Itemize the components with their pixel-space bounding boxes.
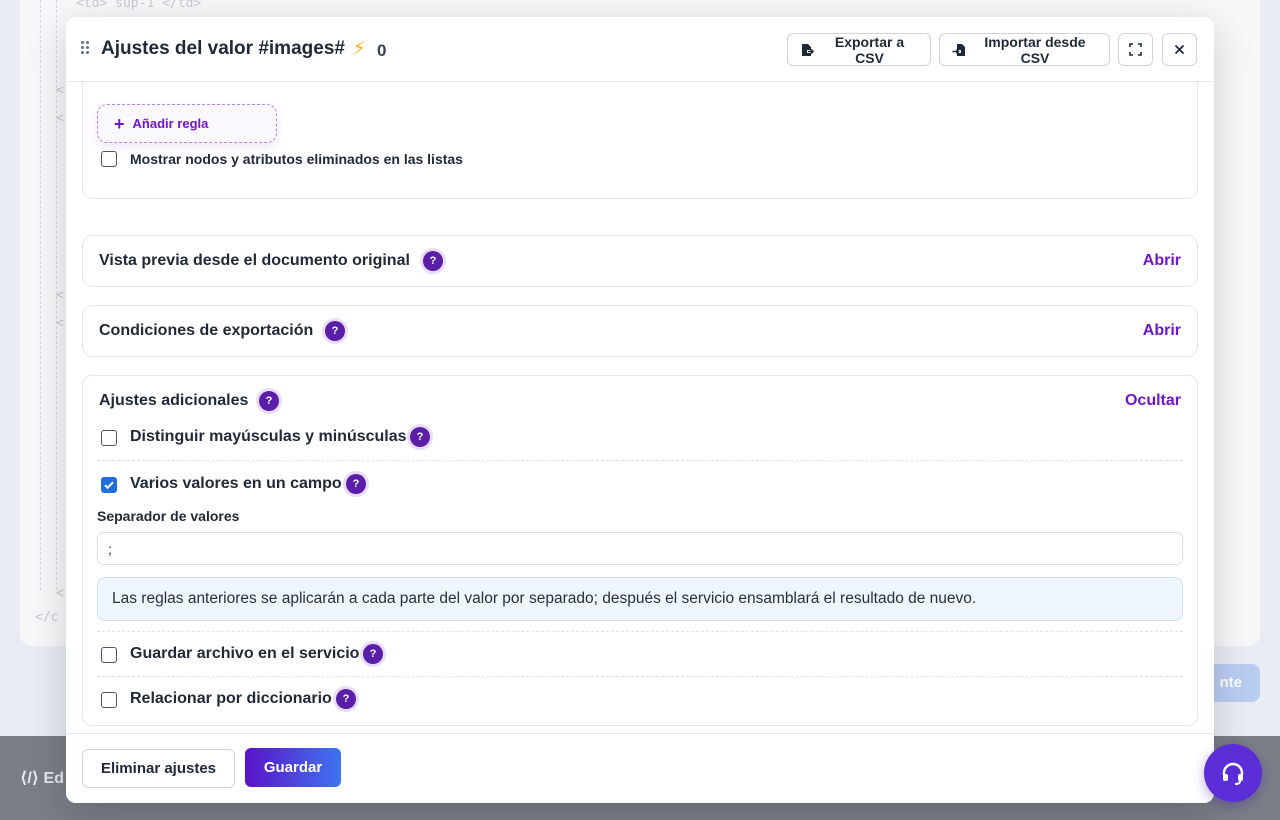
modal-title: Ajustes del valor #images#: [101, 38, 345, 59]
save-button[interactable]: Guardar: [245, 748, 341, 787]
help-icon[interactable]: ?: [410, 427, 430, 447]
divider: [97, 460, 1183, 461]
divider: [97, 676, 1183, 677]
fullscreen-button[interactable]: [1118, 33, 1153, 66]
separator-info-box: Las reglas anteriores se aplicarán a cad…: [97, 577, 1183, 621]
additional-settings-title: Ajustes adicionales: [99, 392, 249, 409]
case-sensitive-checkbox[interactable]: [101, 430, 117, 446]
background-tag-bracket: <: [56, 586, 64, 601]
additional-settings-hide-link[interactable]: Ocultar: [1125, 392, 1181, 410]
modal-body[interactable]: + Añadir regla Mostrar nodos y atributos…: [66, 82, 1214, 733]
multiple-values-label: Varios valores en un campo: [130, 475, 342, 492]
multiple-values-checkbox[interactable]: [101, 477, 117, 493]
background-tag-bracket: <: [56, 83, 64, 98]
background-tag-bracket: <: [56, 111, 64, 126]
preview-open-link[interactable]: Abrir: [1143, 252, 1181, 270]
rules-card: + Añadir regla Mostrar nodos y atributos…: [82, 82, 1198, 199]
support-chat-button[interactable]: [1204, 744, 1262, 802]
export-conditions-section: Condiciones de exportación ? Abrir: [82, 305, 1198, 357]
dictionary-match-checkbox[interactable]: [101, 692, 117, 708]
headset-icon: [1222, 762, 1244, 785]
show-deleted-checkbox[interactable]: [101, 151, 117, 167]
close-icon: [1174, 44, 1185, 55]
additional-settings-section: Ajustes adicionales ? Ocultar Distinguir…: [82, 375, 1198, 726]
import-icon: [952, 43, 965, 56]
show-deleted-label: Mostrar nodos y atributos eliminados en …: [130, 151, 463, 167]
save-file-checkbox[interactable]: [101, 647, 117, 663]
background-tag-bracket: <: [56, 316, 64, 331]
modal-header: Ajustes del valor #images# ⚡ 0 Exportar …: [66, 17, 1214, 82]
title-count: 0: [377, 41, 387, 60]
expand-icon: [1129, 43, 1142, 56]
background-closing-tag: </c: [35, 610, 59, 625]
value-settings-modal: Ajustes del valor #images# ⚡ 0 Exportar …: [66, 17, 1214, 803]
background-footer-logo: ⟨/⟩ Ed: [20, 770, 64, 787]
import-csv-label: Importar desde CSV: [984, 33, 1086, 66]
value-separator-label: Separador de valores: [97, 508, 240, 524]
help-icon[interactable]: ?: [325, 321, 345, 341]
help-icon[interactable]: ?: [423, 251, 443, 271]
import-csv-button[interactable]: Importar desde CSV: [939, 33, 1110, 66]
help-icon[interactable]: ?: [363, 644, 383, 664]
save-file-label: Guardar archivo en el servicio: [130, 645, 360, 662]
export-csv-label: Exportar a CSV: [834, 33, 905, 66]
help-icon[interactable]: ?: [336, 689, 356, 709]
add-rule-button[interactable]: + Añadir regla: [97, 104, 277, 143]
background-indent-guide: [40, 0, 41, 590]
help-icon[interactable]: ?: [259, 391, 279, 411]
close-button[interactable]: [1162, 33, 1197, 66]
background-tag-bracket: <: [56, 288, 64, 303]
export-conditions-title: Condiciones de exportación: [99, 322, 314, 339]
bolt-icon: ⚡: [353, 38, 366, 58]
background-code-line: <td> sup-1 </td>: [76, 0, 202, 11]
divider: [97, 631, 1183, 632]
check-icon: [104, 481, 114, 490]
delete-settings-button[interactable]: Eliminar ajustes: [82, 749, 235, 788]
value-separator-input[interactable]: [97, 532, 1183, 565]
add-rule-label: Añadir regla: [132, 116, 209, 131]
export-conditions-open-link[interactable]: Abrir: [1143, 322, 1181, 340]
export-icon: [802, 43, 814, 56]
plus-icon: +: [114, 113, 125, 134]
preview-section: Vista previa desde el documento original…: [82, 235, 1198, 287]
preview-section-title: Vista previa desde el documento original: [99, 252, 410, 269]
help-icon[interactable]: ?: [346, 474, 366, 494]
dictionary-match-label: Relacionar por diccionario: [130, 690, 332, 707]
export-csv-button[interactable]: Exportar a CSV: [787, 33, 931, 66]
case-sensitive-label: Distinguir mayúsculas y minúsculas: [130, 428, 407, 445]
drag-handle-icon[interactable]: [81, 41, 91, 55]
modal-footer: Eliminar ajustes Guardar: [66, 733, 1214, 803]
